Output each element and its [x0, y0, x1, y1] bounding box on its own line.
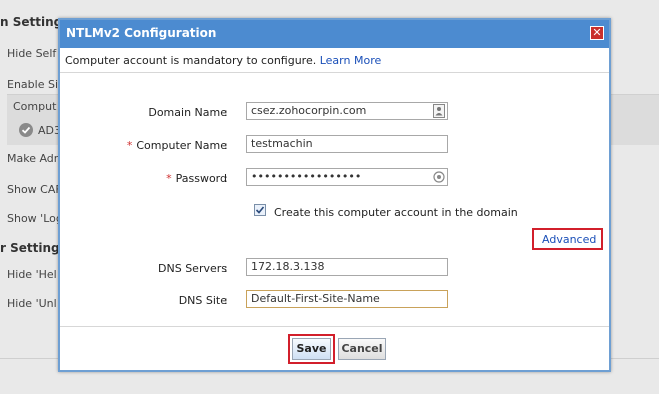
dns-servers-value: 172.18.3.138 — [251, 260, 325, 273]
setting-row: Make Adr — [7, 152, 59, 165]
colon: : — [224, 139, 228, 152]
computer-name-field[interactable]: testmachin — [246, 135, 448, 153]
password-label: * Password — [166, 172, 227, 185]
ntlm-config-dialog: NTLMv2 Configuration ✕ Computer account … — [58, 18, 611, 372]
advanced-highlight: Advanced — [532, 228, 603, 250]
computer-name-label: * Computer Name — [126, 139, 227, 152]
panel-item: Comput — [13, 100, 57, 113]
required-mark: * — [166, 172, 172, 185]
create-account-label: Create this computer account in the doma… — [274, 206, 518, 219]
footer-divider — [60, 326, 609, 327]
contact-card-icon[interactable] — [433, 104, 445, 118]
colon: : — [224, 262, 228, 275]
setting-row: Hide Self — [7, 47, 57, 60]
create-account-checkbox[interactable] — [254, 204, 266, 216]
colon: : — [224, 172, 228, 185]
close-button[interactable]: ✕ — [590, 26, 604, 40]
dns-site-value: Default-First-Site-Name — [251, 292, 380, 305]
cancel-button[interactable]: Cancel — [338, 338, 386, 360]
info-message: Computer account is mandatory to configu… — [65, 54, 381, 67]
password-field[interactable]: ••••••••••••••••• — [246, 168, 448, 186]
section-title: r Settings — [0, 241, 67, 255]
close-icon: ✕ — [592, 26, 602, 39]
advanced-link[interactable]: Advanced — [542, 233, 596, 246]
password-value: ••••••••••••••••• — [251, 170, 362, 183]
info-text: Computer account is mandatory to configu… — [65, 54, 317, 67]
info-bar: Computer account is mandatory to configu… — [60, 48, 609, 73]
save-button[interactable]: Save — [292, 338, 331, 360]
domain-name-label: Domain Name — [148, 106, 227, 119]
setting-row: Show CAF — [7, 183, 62, 196]
colon: : — [224, 106, 228, 119]
dns-servers-field[interactable]: 172.18.3.138 — [246, 258, 448, 276]
setting-row: Hide 'Hel — [7, 268, 57, 281]
required-mark: * — [126, 139, 133, 152]
check-circle-icon — [19, 123, 33, 137]
dialog-title: NTLMv2 Configuration — [66, 26, 217, 40]
learn-more-link[interactable]: Learn More — [320, 54, 382, 67]
dns-site-field[interactable]: Default-First-Site-Name — [246, 290, 448, 308]
setting-row: Show 'Log — [7, 212, 63, 225]
show-password-icon[interactable] — [433, 170, 445, 184]
setting-row: Enable Si — [7, 78, 59, 91]
dialog-header: NTLMv2 Configuration ✕ — [60, 20, 609, 48]
domain-name-value: csez.zohocorpin.com — [251, 104, 367, 117]
dns-servers-label: DNS Servers — [158, 262, 227, 275]
computer-name-value: testmachin — [251, 137, 313, 150]
dns-site-label: DNS Site — [178, 294, 227, 307]
colon: : — [224, 294, 228, 307]
domain-name-field[interactable]: csez.zohocorpin.com — [246, 102, 448, 120]
setting-row: Hide 'Unl — [7, 297, 57, 310]
